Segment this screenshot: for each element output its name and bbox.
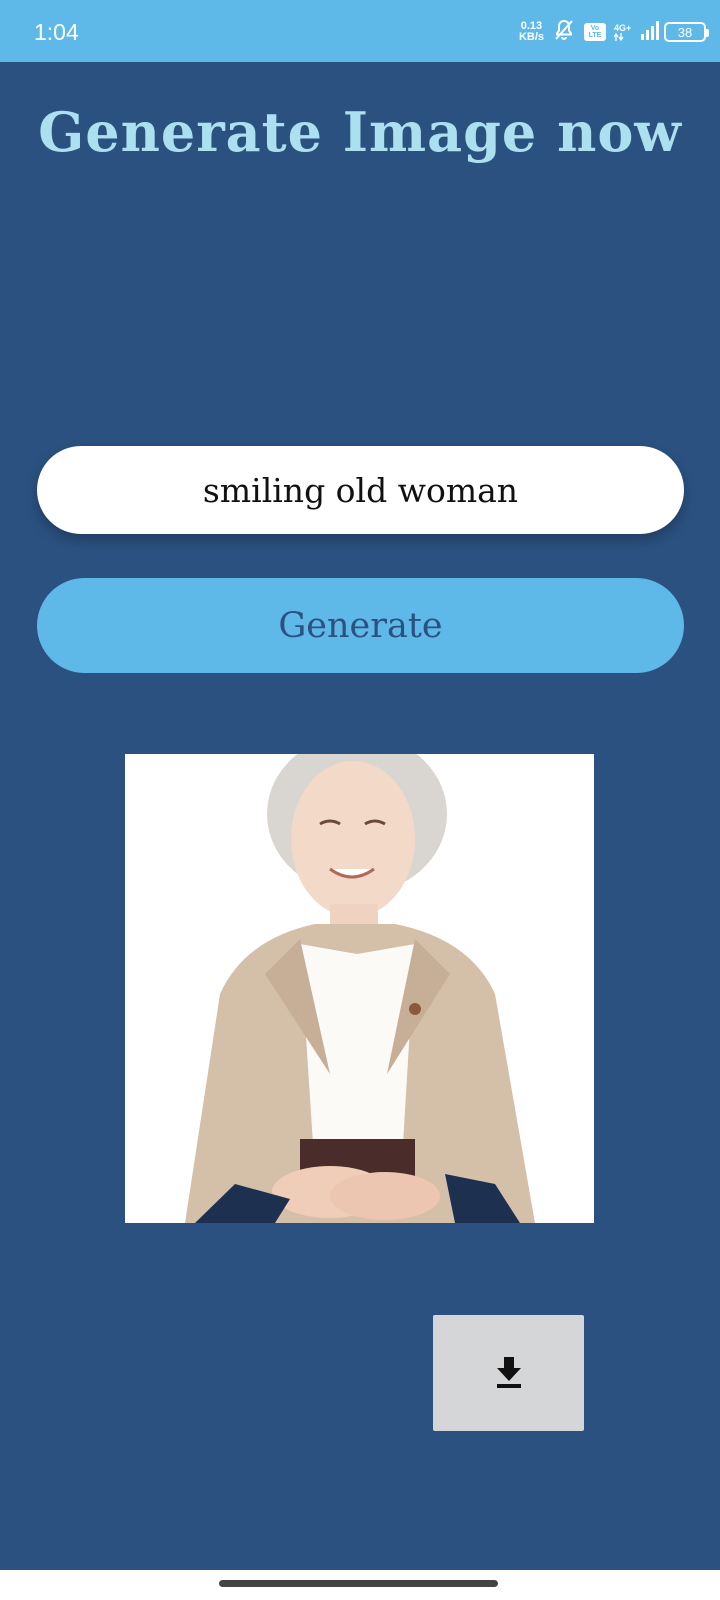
prompt-input[interactable] [37,446,684,534]
download-icon [494,1355,524,1392]
volte-icon: Vo LTE [584,23,606,41]
mute-bell-icon [552,18,576,47]
network-type-label: 4G+ [614,22,632,33]
volte-bottom: LTE [588,32,602,39]
signal-icon [640,19,662,46]
generated-image [125,754,594,1223]
status-bar: 1:04 0.13 KB/s Vo LTE 4G+ 38 [0,0,720,62]
portrait-illustration [125,754,594,1223]
status-time: 1:04 [34,19,79,45]
network-speed-unit: KB/s [518,31,544,43]
status-icons: 0.13 KB/s Vo LTE 4G+ [519,18,662,47]
download-button[interactable] [433,1315,584,1431]
network-type: 4G+ [614,22,632,41]
battery-level: 38 [677,24,693,40]
page-title: Generate Image now [38,100,682,164]
network-speed: 0.13 KB/s [519,21,544,43]
navigation-bar [0,1570,720,1600]
generate-button[interactable]: Generate [37,578,684,673]
battery-icon: 38 [664,22,709,42]
home-indicator[interactable] [219,1580,498,1587]
data-arrows-icon [614,32,624,41]
volte-top: Vo [590,25,600,32]
